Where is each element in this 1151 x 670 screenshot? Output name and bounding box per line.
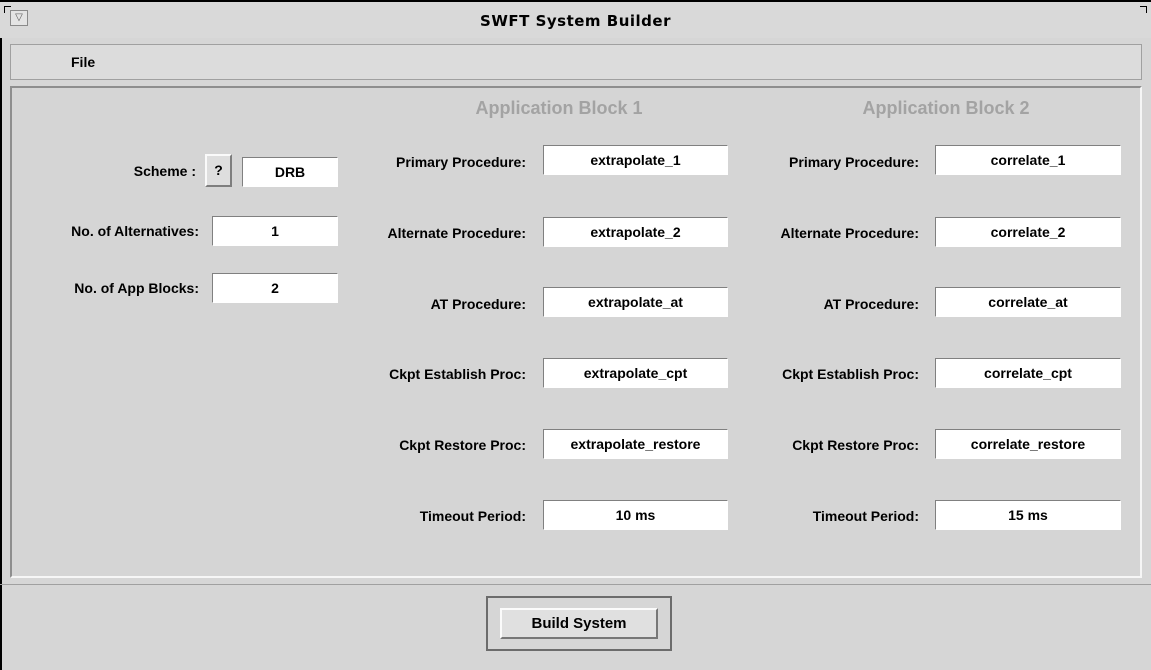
window-edge bbox=[0, 2, 2, 670]
build-system-button[interactable]: Build System bbox=[500, 608, 658, 639]
block-2-ckpt-establish-field[interactable]: correlate_cpt bbox=[935, 358, 1121, 388]
app-blocks-field[interactable]: 2 bbox=[212, 273, 338, 303]
block-2-at-label: AT Procedure: bbox=[823, 296, 919, 312]
block-2-primary-label: Primary Procedure: bbox=[789, 154, 919, 170]
alternatives-label: No. of Alternatives: bbox=[71, 223, 199, 239]
block-1-primary-field[interactable]: extrapolate_1 bbox=[543, 145, 728, 175]
menu-bar: File bbox=[10, 44, 1142, 80]
block-2-ckpt-restore-label: Ckpt Restore Proc: bbox=[792, 437, 919, 453]
scheme-field[interactable]: DRB bbox=[242, 157, 338, 187]
block-1-alternate-field[interactable]: extrapolate_2 bbox=[543, 217, 728, 247]
block-1-primary-label: Primary Procedure: bbox=[396, 154, 526, 170]
alternatives-field[interactable]: 1 bbox=[212, 216, 338, 246]
menu-file[interactable]: File bbox=[71, 54, 95, 70]
footer-divider bbox=[0, 584, 1151, 587]
block-1-ckpt-restore-field[interactable]: extrapolate_restore bbox=[543, 429, 728, 459]
window-title: SWFT System Builder bbox=[480, 12, 671, 30]
block-1-ckpt-establish-field[interactable]: extrapolate_cpt bbox=[543, 358, 728, 388]
swft-system-builder-window: ▽ SWFT System Builder File Application B… bbox=[0, 0, 1151, 670]
title-bar[interactable]: ▽ SWFT System Builder bbox=[0, 0, 1151, 38]
block-2-primary-field[interactable]: correlate_1 bbox=[935, 145, 1121, 175]
scheme-label: Scheme : bbox=[133, 163, 196, 179]
app-blocks-label: No. of App Blocks: bbox=[74, 280, 199, 296]
block-2-at-field[interactable]: correlate_at bbox=[935, 287, 1121, 317]
block-2-timeout-label: Timeout Period: bbox=[812, 508, 919, 524]
block-2-ckpt-restore-field[interactable]: correlate_restore bbox=[935, 429, 1121, 459]
block-1-alternate-label: Alternate Procedure: bbox=[387, 225, 526, 241]
block-1-at-label: AT Procedure: bbox=[430, 296, 526, 312]
build-button-frame: Build System bbox=[486, 596, 672, 651]
block-1-header: Application Block 1 bbox=[475, 98, 643, 118]
block-2-alternate-label: Alternate Procedure: bbox=[780, 225, 919, 241]
block-2-ckpt-establish-label: Ckpt Establish Proc: bbox=[782, 366, 919, 382]
block-1-ckpt-establish-label: Ckpt Establish Proc: bbox=[389, 366, 526, 382]
scheme-help-button[interactable]: ? bbox=[205, 154, 232, 187]
block-2-alternate-field[interactable]: correlate_2 bbox=[935, 217, 1121, 247]
block-1-timeout-label: Timeout Period: bbox=[419, 508, 526, 524]
block-2-timeout-field[interactable]: 15 ms bbox=[935, 500, 1121, 530]
block-1-at-field[interactable]: extrapolate_at bbox=[543, 287, 728, 317]
block-2-header: Application Block 2 bbox=[862, 98, 1030, 118]
block-1-timeout-field[interactable]: 10 ms bbox=[543, 500, 728, 530]
block-1-ckpt-restore-label: Ckpt Restore Proc: bbox=[399, 437, 526, 453]
